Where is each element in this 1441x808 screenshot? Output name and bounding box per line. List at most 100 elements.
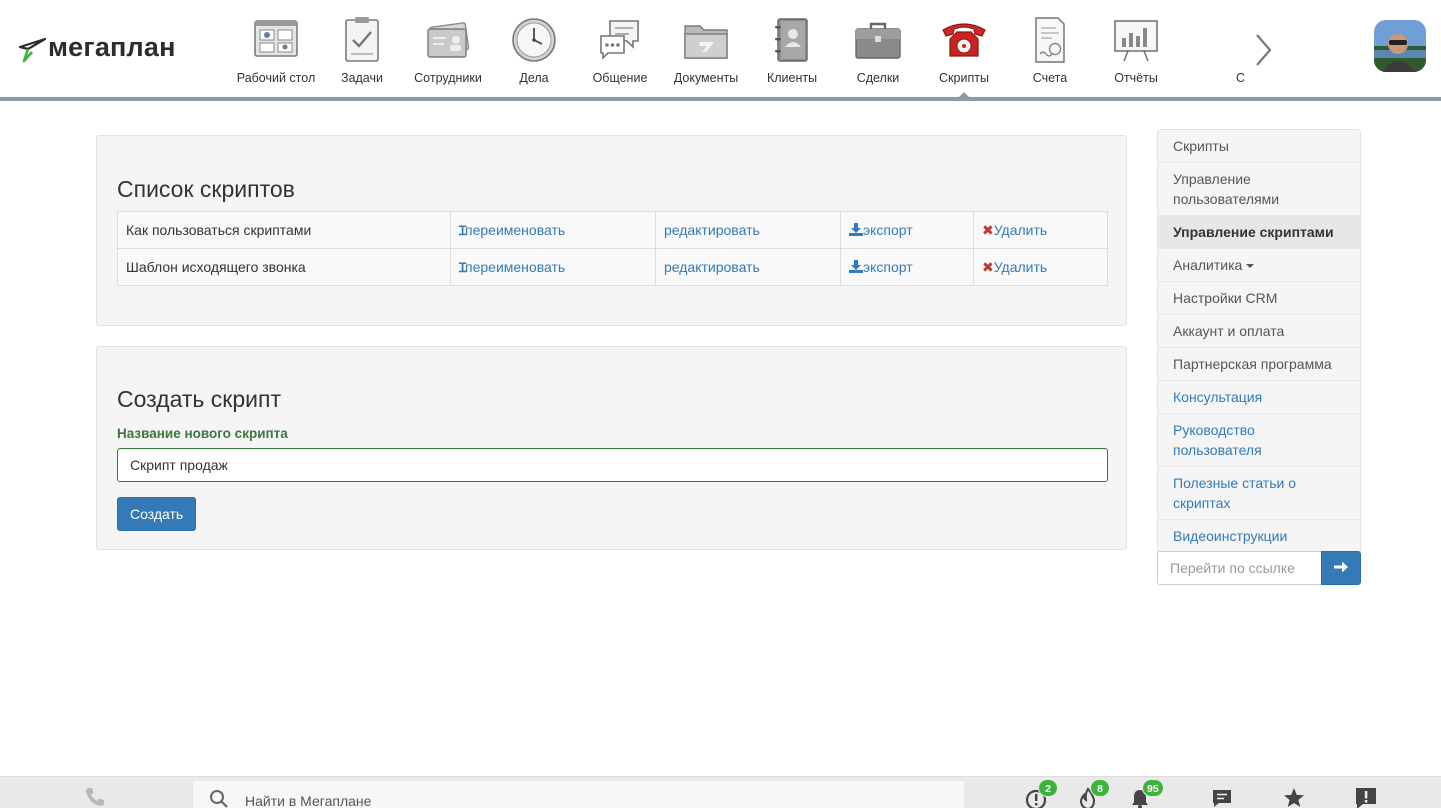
delete-label: Удалить bbox=[993, 258, 1048, 275]
avatar[interactable] bbox=[1374, 20, 1426, 72]
nav-item-communication[interactable]: Общение bbox=[577, 0, 663, 97]
nav-label: Отчёты bbox=[1114, 71, 1158, 85]
nav-item-employees[interactable]: Сотрудники bbox=[405, 0, 491, 97]
goto-link-form bbox=[1157, 551, 1361, 585]
sidebar-item-consultation[interactable]: Консультация bbox=[1158, 380, 1360, 413]
rename-cell: Ɪпереименовать bbox=[450, 211, 656, 249]
table-row: Шаблон исходящего звонка Ɪпереименовать … bbox=[117, 248, 1108, 286]
contacts-book-icon bbox=[775, 18, 808, 62]
employees-icon bbox=[427, 22, 470, 58]
invoice-icon bbox=[1035, 17, 1065, 63]
edit-link[interactable]: редактировать bbox=[664, 222, 760, 238]
nav-item-desktop[interactable]: Рабочий стол bbox=[233, 0, 319, 97]
briefcase-icon bbox=[855, 22, 901, 59]
script-name-label: Название нового скрипта bbox=[117, 426, 288, 441]
message-icon bbox=[1213, 790, 1231, 807]
rename-cell: Ɪпереименовать bbox=[450, 248, 656, 286]
create-button[interactable]: Создать bbox=[117, 497, 197, 531]
nav-item-reports[interactable]: Отчёты bbox=[1093, 0, 1179, 97]
nav-label: Скрипты bbox=[939, 71, 989, 85]
tasks-icon bbox=[345, 17, 379, 62]
top-navigation-bar: мегаплан Рабочий стол Задачи Сотрудники … bbox=[0, 0, 1441, 101]
settings-sidebar: Скрипты Управление пользователями Управл… bbox=[1157, 129, 1361, 553]
bottom-bar: Найти в Мегаплане 2 8 95 bbox=[0, 776, 1441, 808]
nav-item-activities[interactable]: Дела bbox=[491, 0, 577, 97]
nav-label: Задачи bbox=[341, 71, 383, 85]
alerts-badge: 2 bbox=[1038, 779, 1058, 797]
scripts-table: Как пользоваться скриптами Ɪпереименоват… bbox=[117, 211, 1108, 286]
create-script-panel: Создать скрипт Название нового скрипта С… bbox=[96, 346, 1127, 550]
nav-label: Счета bbox=[1032, 71, 1068, 85]
delete-label: Удалить bbox=[993, 221, 1048, 238]
sidebar-item-analytics[interactable]: Аналитика bbox=[1158, 248, 1360, 281]
nav-item-deals[interactable]: Сделки bbox=[835, 0, 921, 97]
rename-link[interactable]: Ɪпереименовать bbox=[459, 259, 566, 276]
delete-cell: ✖Удалить bbox=[973, 211, 1108, 249]
create-script-title: Создать скрипт bbox=[117, 386, 281, 412]
edit-cell: редактировать bbox=[655, 248, 841, 286]
notifications-badge: 95 bbox=[1142, 779, 1164, 797]
sidebar-item-video-tutorials[interactable]: Видеоинструкции bbox=[1158, 519, 1360, 552]
notifications-button[interactable]: 95 bbox=[1128, 779, 1164, 808]
sidebar-item-crm-settings[interactable]: Настройки CRM bbox=[1158, 281, 1360, 314]
alerts-button[interactable]: 2 bbox=[1024, 779, 1058, 808]
sidebar-item-user-management[interactable]: Управление пользователями bbox=[1158, 162, 1360, 215]
script-name-input[interactable] bbox=[117, 448, 1108, 482]
export-cell: экспорт bbox=[840, 248, 974, 286]
logo-plane-icon bbox=[18, 37, 46, 62]
search-placeholder: Найти в Мегаплане bbox=[245, 793, 372, 808]
export-label: экспорт bbox=[863, 222, 913, 238]
goto-link-button[interactable] bbox=[1321, 551, 1361, 585]
search-icon bbox=[210, 790, 228, 808]
hot-button[interactable]: 8 bbox=[1076, 779, 1110, 808]
nav-item-clipped-label[interactable]: С bbox=[1236, 71, 1245, 85]
nav-label: Сотрудники bbox=[414, 71, 482, 85]
phone-icon[interactable] bbox=[84, 786, 106, 808]
folder-icon bbox=[684, 25, 728, 59]
rename-label: переименовать bbox=[465, 259, 566, 275]
nav-item-clients[interactable]: Клиенты bbox=[749, 0, 835, 97]
nav-label: Рабочий стол bbox=[236, 71, 316, 85]
sidebar-item-useful-articles[interactable]: Полезные статьи о скриптах bbox=[1158, 466, 1360, 519]
arrow-right-icon bbox=[1334, 561, 1348, 572]
sidebar-item-script-management[interactable]: Управление скриптами bbox=[1158, 215, 1360, 248]
desktop-icon bbox=[254, 20, 298, 57]
feedback-button[interactable] bbox=[1354, 786, 1378, 808]
star-icon bbox=[1284, 788, 1304, 807]
download-icon bbox=[849, 223, 863, 236]
export-label: экспорт bbox=[863, 259, 913, 275]
nav-item-invoices[interactable]: Счета bbox=[1007, 0, 1093, 97]
export-link[interactable]: экспорт bbox=[849, 259, 913, 275]
rename-label: переименовать bbox=[465, 222, 566, 238]
rename-link[interactable]: Ɪпереименовать bbox=[459, 222, 566, 239]
nav-item-tasks[interactable]: Задачи bbox=[319, 0, 405, 97]
goto-link-input[interactable] bbox=[1157, 551, 1322, 585]
export-link[interactable]: экспорт bbox=[849, 222, 913, 238]
sidebar-item-account-billing[interactable]: Аккаунт и оплата bbox=[1158, 314, 1360, 347]
sidebar-item-partner-program[interactable]: Партнерская программа bbox=[1158, 347, 1360, 380]
caret-down-icon bbox=[1246, 264, 1255, 269]
nav-item-scripts[interactable]: Скрипты bbox=[921, 0, 1007, 97]
script-name: Шаблон исходящего звонка bbox=[117, 248, 451, 286]
edit-cell: редактировать bbox=[655, 211, 841, 249]
nav-label: Клиенты bbox=[766, 71, 818, 85]
chevron-right-icon[interactable] bbox=[1248, 30, 1278, 70]
feedback-icon bbox=[1356, 788, 1376, 808]
global-search-input[interactable]: Найти в Мегаплане bbox=[193, 781, 964, 808]
scripts-list-panel: Список скриптов Как пользоваться скрипта… bbox=[96, 135, 1127, 326]
export-cell: экспорт bbox=[840, 211, 974, 249]
sidebar-item-user-guide[interactable]: Руководство пользователя bbox=[1158, 413, 1360, 466]
messages-button[interactable] bbox=[1210, 786, 1234, 808]
scripts-list-title: Список скриптов bbox=[117, 176, 295, 202]
sidebar-item-scripts[interactable]: Скрипты bbox=[1158, 130, 1360, 162]
nav-item-documents[interactable]: Документы bbox=[663, 0, 749, 97]
delete-link[interactable]: ✖Удалить bbox=[982, 259, 1047, 275]
edit-link[interactable]: редактировать bbox=[664, 259, 760, 275]
nav-label: Общение bbox=[592, 71, 648, 85]
delete-link[interactable]: ✖Удалить bbox=[982, 222, 1047, 238]
megaplan-logo[interactable]: мегаплан bbox=[18, 32, 176, 63]
delete-x-icon: ✖ bbox=[982, 258, 994, 275]
delete-x-icon: ✖ bbox=[982, 221, 994, 238]
hot-badge: 8 bbox=[1090, 779, 1110, 797]
favorites-button[interactable] bbox=[1282, 786, 1306, 808]
